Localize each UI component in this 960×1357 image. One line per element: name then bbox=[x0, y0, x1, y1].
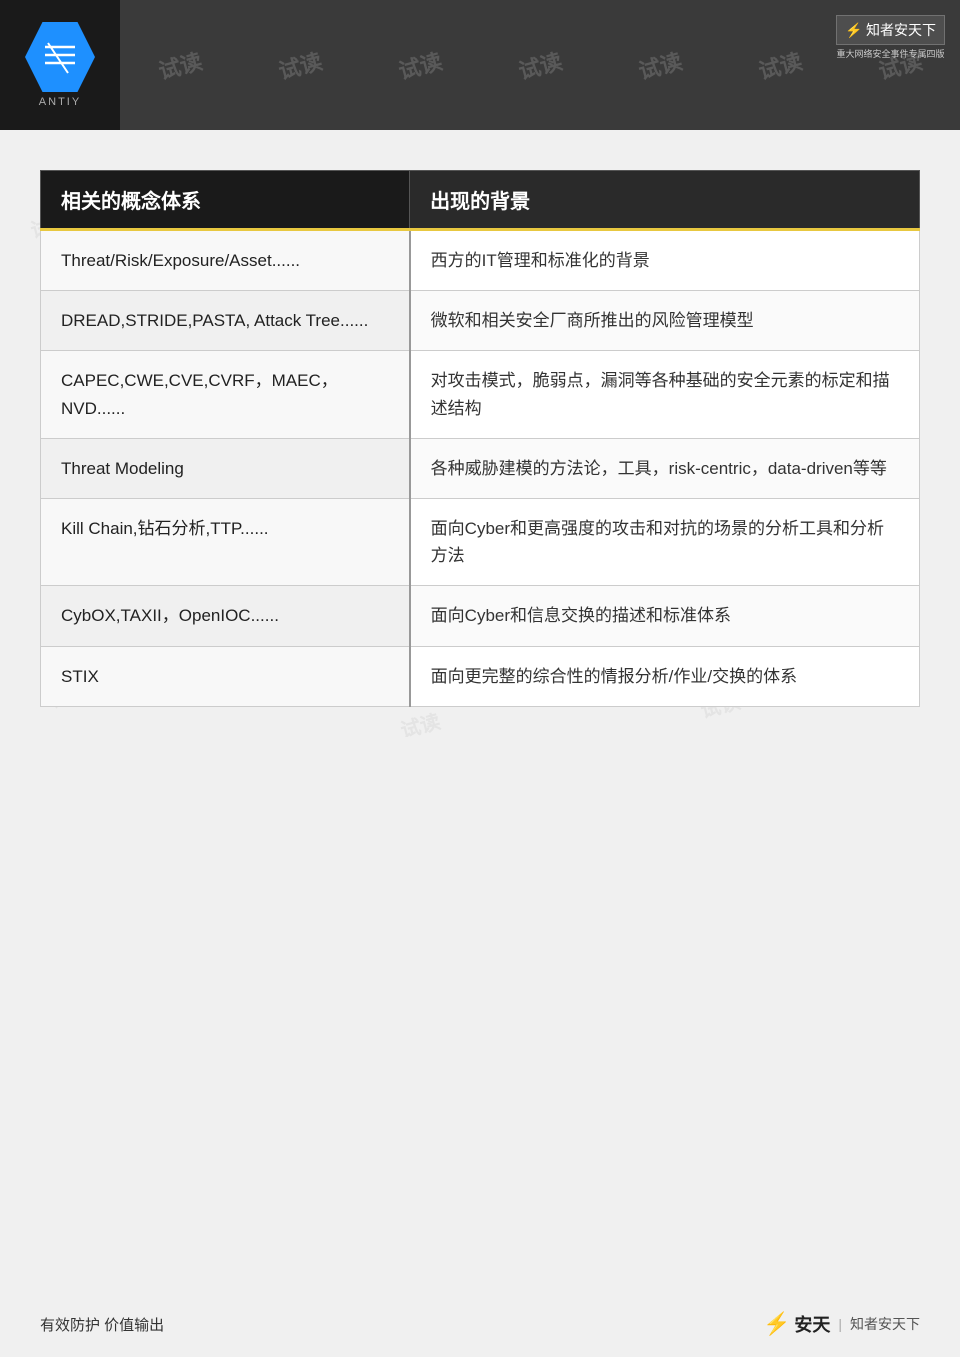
table-row: STIX面向更完整的综合性的情报分析/作业/交换的体系 bbox=[41, 646, 920, 706]
footer-left-text: 有效防护 价值输出 bbox=[40, 1314, 164, 1335]
content-table: 相关的概念体系 出现的背景 Threat/Risk/Exposure/Asset… bbox=[40, 170, 920, 707]
table-cell-right-3: 各种威胁建模的方法论，工具，risk-centric，data-driven等等 bbox=[410, 438, 920, 498]
table-row: Threat/Risk/Exposure/Asset......西方的IT管理和… bbox=[41, 230, 920, 291]
brand-name: 知者安天下 bbox=[866, 22, 936, 38]
table-row: Kill Chain,钻石分析,TTP......面向Cyber和更高强度的攻击… bbox=[41, 498, 920, 585]
bg-wm-12: 试读 bbox=[397, 705, 443, 736]
col2-header: 出现的背景 bbox=[410, 171, 920, 230]
brand-sub: 重大网络安全事件专属四版 bbox=[836, 47, 944, 60]
table-cell-left-3: Threat Modeling bbox=[41, 438, 410, 498]
table-cell-left-4: Kill Chain,钻石分析,TTP...... bbox=[41, 498, 410, 585]
table-row: CAPEC,CWE,CVE,CVRF，MAEC，NVD......对攻击模式，脆… bbox=[41, 351, 920, 438]
table-row: Threat Modeling各种威胁建模的方法论，工具，risk-centri… bbox=[41, 438, 920, 498]
table-row: DREAD,STRIDE,PASTA, Attack Tree......微软和… bbox=[41, 291, 920, 351]
watermark-4: 试读 bbox=[515, 44, 566, 86]
table-cell-left-5: CybOX,TAXII，OpenIOC...... bbox=[41, 586, 410, 646]
footer-lightning-icon: ⚡ bbox=[763, 1311, 790, 1337]
footer-brand-sub: 知者安天下 bbox=[850, 1314, 920, 1334]
table-cell-left-1: DREAD,STRIDE,PASTA, Attack Tree...... bbox=[41, 291, 410, 351]
watermark-6: 试读 bbox=[755, 44, 806, 86]
header: ANTIY 试读 试读 试读 试读 试读 试读 试读 ⚡ 知者安天下 重大网络安… bbox=[0, 0, 960, 130]
logo-hexagon bbox=[25, 22, 95, 92]
watermark-1: 试读 bbox=[155, 44, 206, 86]
watermark-5: 试读 bbox=[635, 44, 686, 86]
main-content: 试读 试读 试读 试读 试读 试读 试读 试读 试读 试读 试读 试读 试读 试… bbox=[0, 130, 960, 737]
top-right-brand: ⚡ 知者安天下 重大网络安全事件专属四版 bbox=[836, 15, 945, 60]
logo-svg bbox=[40, 37, 80, 77]
table-row: CybOX,TAXII，OpenIOC......面向Cyber和信息交换的描述… bbox=[41, 586, 920, 646]
footer: 有效防护 价值输出 ⚡ 安天 | 知者安天下 bbox=[0, 1311, 960, 1337]
header-watermarks: 试读 试读 试读 试读 试读 试读 试读 bbox=[120, 0, 960, 130]
table-cell-right-0: 西方的IT管理和标准化的背景 bbox=[410, 230, 920, 291]
logo-text: ANTIY bbox=[39, 96, 81, 108]
footer-right: ⚡ 安天 | 知者安天下 bbox=[763, 1311, 920, 1337]
table-cell-left-2: CAPEC,CWE,CVE,CVRF，MAEC，NVD...... bbox=[41, 351, 410, 438]
table-cell-right-5: 面向Cyber和信息交换的描述和标准体系 bbox=[410, 586, 920, 646]
logo-area: ANTIY bbox=[0, 0, 120, 130]
table-cell-right-1: 微软和相关安全厂商所推出的风险管理模型 bbox=[410, 291, 920, 351]
table-cell-left-6: STIX bbox=[41, 646, 410, 706]
brand-box: ⚡ 知者安天下 bbox=[836, 15, 945, 45]
footer-separator: | bbox=[838, 1316, 842, 1332]
table-cell-right-4: 面向Cyber和更高强度的攻击和对抗的场景的分析工具和分析方法 bbox=[410, 498, 920, 585]
col1-header: 相关的概念体系 bbox=[41, 171, 410, 230]
table-cell-right-2: 对攻击模式，脆弱点，漏洞等各种基础的安全元素的标定和描述结构 bbox=[410, 351, 920, 438]
footer-brand-name: 安天 bbox=[794, 1311, 830, 1337]
table-cell-right-6: 面向更完整的综合性的情报分析/作业/交换的体系 bbox=[410, 646, 920, 706]
watermark-3: 试读 bbox=[395, 44, 446, 86]
table-cell-left-0: Threat/Risk/Exposure/Asset...... bbox=[41, 230, 410, 291]
watermark-2: 试读 bbox=[275, 44, 326, 86]
footer-logo: ⚡ 安天 | 知者安天下 bbox=[763, 1311, 920, 1337]
